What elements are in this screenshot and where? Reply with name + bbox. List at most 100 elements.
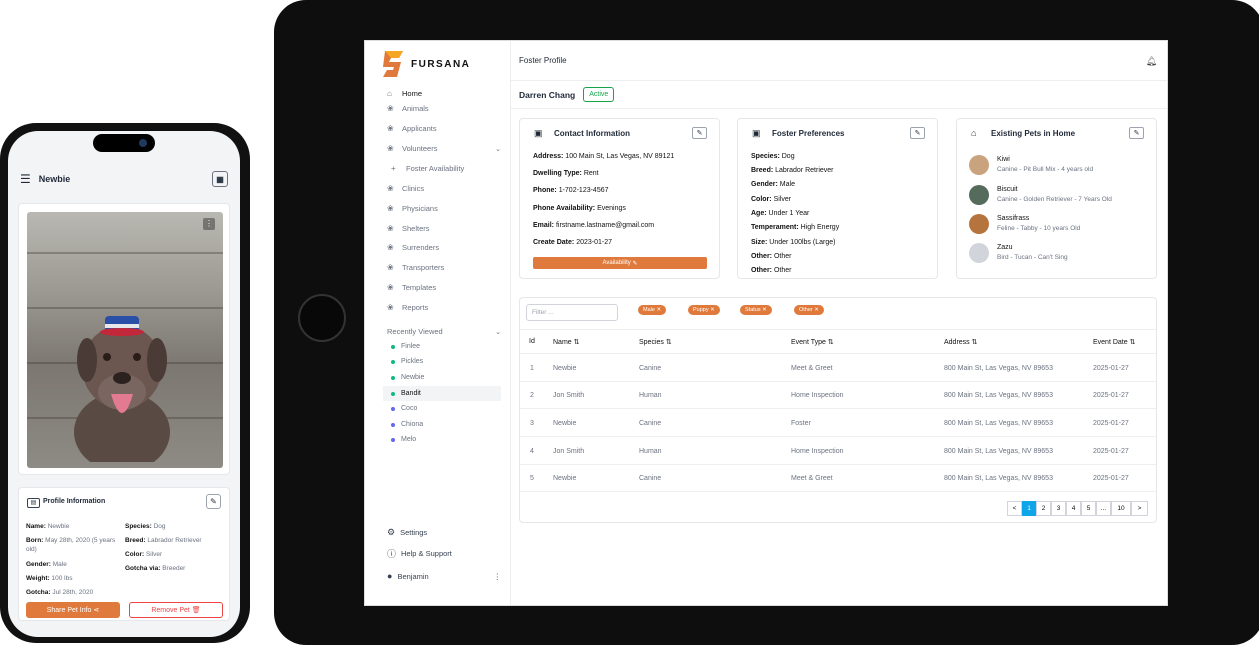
main-content: Foster Profile 🔔︎ Darren Chang Active ▣ … [511, 41, 1167, 605]
cell: 2025-01-27 [1093, 448, 1129, 455]
nav-item-surrenders[interactable]: ❀ Surrenders [387, 243, 501, 252]
column-header-event-date[interactable]: Event Date ⇅ [1093, 338, 1135, 346]
existing-pets-title: Existing Pets in Home [991, 129, 1076, 138]
edit-contact-button[interactable]: ✎ [692, 127, 707, 139]
filter-chip-male[interactable]: Male ✕ [638, 305, 667, 315]
recent-item-finlee[interactable]: Finlee [391, 343, 420, 350]
preference-line: Size: Under 100lbs (Large) [751, 239, 836, 246]
sidebar: FURSANA ⌂ Home ❀ Animals ❀ Applicants ❀ Volu… [365, 41, 511, 605]
nav-item-reports[interactable]: ❀ Reports [387, 303, 501, 312]
column-header-name[interactable]: Name ⇅ [553, 338, 580, 346]
pagination-ellipsis: ... [1096, 501, 1111, 516]
filter-chip-puppy[interactable]: Puppy ✕ [688, 305, 720, 315]
brand-logo[interactable]: FURSANA [381, 49, 470, 79]
recently-viewed-header[interactable]: Recently Viewed ⌄ [387, 327, 501, 336]
pagination-page[interactable]: 3 [1051, 501, 1066, 516]
sort-icon[interactable]: ⇅ [828, 339, 834, 346]
field-color: Color: Silver [125, 551, 163, 558]
nav-item-clinics[interactable]: ❀ Clinics [387, 184, 501, 193]
pet-item[interactable]: Sassifrass Feline - Tabby - 10 years Old [969, 214, 1080, 234]
cell: 800 Main St, Las Vegas, NV 89653 [944, 475, 1053, 482]
nav-item-shelters[interactable]: ❀ Shelters [387, 224, 501, 233]
cell: Newbie [553, 420, 577, 427]
pagination-page[interactable]: 1 [1022, 501, 1036, 516]
tablet-home-button[interactable] [298, 294, 346, 342]
recent-item-bandit[interactable]: Bandit [383, 386, 501, 401]
edit-profile-button[interactable]: ✎ [206, 494, 221, 509]
recent-item-melo[interactable]: Melo [391, 436, 416, 443]
nav-item-templates[interactable]: ❀ Templates [387, 283, 501, 292]
nav-item-volunteers[interactable]: ❀ Volunteers ⌄ [387, 144, 501, 153]
pagination-page[interactable]: 4 [1066, 501, 1081, 516]
foster-name: Darren Chang [519, 89, 576, 100]
edit-pets-button[interactable]: ✎ [1129, 127, 1144, 139]
recent-item-chiona[interactable]: Chiona [391, 421, 423, 428]
nav-item-applicants[interactable]: ❀ Applicants [387, 124, 501, 133]
column-header-event-type[interactable]: Event Type ⇅ [791, 338, 834, 346]
sort-icon[interactable]: ⇅ [574, 339, 580, 346]
availability-button[interactable]: Availability ✎ [533, 257, 707, 269]
pagination-page[interactable]: 5 [1081, 501, 1096, 516]
column-header-id[interactable]: Id [529, 338, 535, 345]
field-species: Species: Dog [125, 523, 166, 530]
pagination-prev[interactable]: < [1007, 501, 1022, 516]
chevron-down-icon[interactable]: ⌄ [495, 145, 501, 153]
column-header-species[interactable]: Species ⇅ [639, 338, 672, 346]
paw-icon: ❀ [387, 184, 394, 193]
pagination-page[interactable]: 10 [1111, 501, 1131, 516]
nav-item-home[interactable]: ⌂ Home [387, 89, 501, 98]
pagination-page[interactable]: 2 [1036, 501, 1051, 516]
plus-icon: + [391, 164, 396, 173]
filter-chip-status[interactable]: Status ✕ [740, 305, 772, 315]
sort-icon[interactable]: ⇅ [666, 339, 672, 346]
phone-notch [93, 134, 155, 152]
more-vertical-icon[interactable]: ⋮ [494, 572, 502, 581]
column-header-address[interactable]: Address ⇅ [944, 338, 978, 346]
pet-item[interactable]: Biscuit Canine - Golden Retriever - 7 Yea… [969, 185, 1112, 205]
photo-menu-icon[interactable]: ⋮ [203, 218, 215, 230]
field-name: Name: Newbie [26, 523, 70, 530]
remove-pet-button[interactable]: Remove Pet 🗑 [129, 602, 223, 618]
filter-input[interactable]: Filter ... [526, 304, 618, 321]
help-link[interactable]: ⓘ Help & Support [387, 547, 452, 560]
recent-item-pickles[interactable]: Pickles [391, 358, 423, 365]
filter-chip-other[interactable]: Other ✕ [794, 305, 824, 315]
chevron-down-icon[interactable]: ⌄ [495, 328, 501, 336]
recent-item-coco[interactable]: Coco [391, 405, 417, 412]
pet-item[interactable]: Zazu Bird - Tucan - Can't Sing [969, 243, 1068, 263]
cell: Newbie [553, 475, 577, 482]
avatar [969, 243, 989, 263]
cell: Home Inspection [791, 448, 844, 455]
user-menu[interactable]: ● Benjamin ⋮ [387, 571, 501, 581]
hamburger-menu-icon[interactable]: ☰ [20, 172, 31, 186]
cell: 2025-01-27 [1093, 392, 1129, 399]
cell: 5 [530, 475, 534, 482]
sort-icon[interactable]: ⇅ [1130, 339, 1136, 346]
pagination-next[interactable]: > [1131, 501, 1148, 516]
cell: Canine [639, 420, 662, 427]
recent-item-newbie[interactable]: Newbie [391, 374, 424, 381]
nav-item-transporters[interactable]: ❀ Transporters [387, 263, 501, 272]
cell: 800 Main St, Las Vegas, NV 89653 [944, 448, 1053, 455]
status-badge: Active [583, 87, 615, 102]
settings-link[interactable]: ⚙ Settings [387, 527, 427, 538]
share-pet-button[interactable]: Share Pet Info ⋖ [26, 602, 120, 618]
sort-icon[interactable]: ⇅ [972, 339, 978, 346]
bell-icon[interactable]: 🔔︎ [1146, 56, 1157, 67]
field-breed: Breed: Labrador Retriever [125, 537, 202, 544]
cell: Newbie [553, 365, 577, 372]
edit-icon: ✎ [696, 130, 703, 137]
calendar-icon[interactable]: ▦ [212, 171, 228, 187]
contact-info-title: Contact Information [554, 129, 630, 138]
cell: 800 Main St, Las Vegas, NV 89653 [944, 420, 1053, 427]
id-card-icon: ▣ [534, 128, 543, 138]
cell: Jon Smith [553, 448, 585, 455]
nav-item-foster-availability[interactable]: + Foster Availability [387, 164, 501, 173]
nav-item-physicians[interactable]: ❀ Physicians [387, 204, 501, 213]
preference-line: Breed: Labrador Retriever [751, 167, 834, 174]
nav-item-animals[interactable]: ❀ Animals [387, 104, 501, 113]
pet-item[interactable]: Kiwi Canine - Pit Bull Mix - 4 years old [969, 155, 1093, 175]
edit-preferences-button[interactable]: ✎ [910, 127, 925, 139]
cell: 1 [530, 365, 534, 372]
edit-icon: ✎ [1133, 130, 1140, 137]
